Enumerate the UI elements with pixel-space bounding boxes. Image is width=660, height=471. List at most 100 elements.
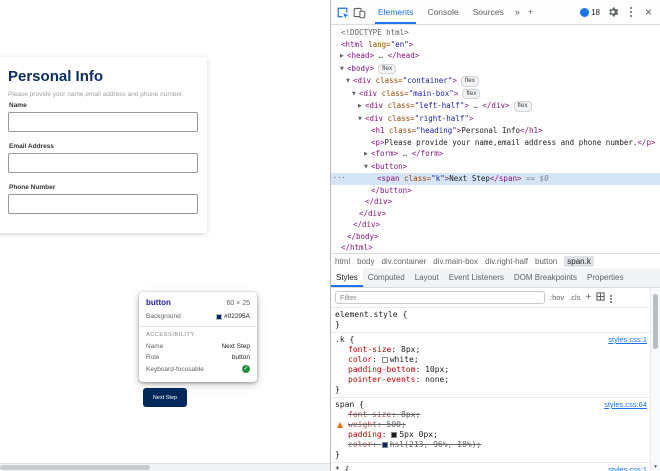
dom-tree-line[interactable]: </div> [331, 208, 660, 220]
css-property[interactable]: color: hsl(213, 96%, 18%); [335, 440, 650, 450]
flex-badge[interactable]: flex [460, 76, 479, 87]
dom-tree-line[interactable]: </body> [331, 231, 660, 243]
node-options-icon[interactable]: ··· [333, 173, 346, 185]
dom-tree-line[interactable]: ▶ <div class="left-half"> … </div> flex [331, 100, 660, 113]
css-property[interactable]: color: white; [335, 355, 650, 365]
dom-tree-line[interactable]: <h1 class="heading">Personal Info</h1> [331, 125, 660, 137]
css-property[interactable]: padding: 5px 0px; [335, 430, 650, 440]
tab-layout[interactable]: Layout [410, 268, 444, 287]
expand-arrow-icon[interactable]: ▼ [340, 64, 347, 76]
dom-tree-line[interactable]: <!DOCTYPE html> [331, 27, 660, 39]
breadcrumb-item-button[interactable]: button [535, 257, 557, 266]
code-token: <p> [371, 137, 385, 147]
tab-dom-breakpoints[interactable]: DOM Breakpoints [509, 268, 582, 287]
css-property[interactable]: padding-bottom: 10px; [335, 365, 650, 375]
semicolon: ; [413, 355, 419, 364]
tab-event-listeners[interactable]: Event Listeners [444, 268, 509, 287]
tab-sources[interactable]: Sources [466, 0, 511, 24]
selector-text: .k [335, 335, 345, 344]
vertical-scrollbar-thumb[interactable] [653, 294, 658, 349]
form-field: Name [8, 102, 198, 132]
breadcrumb-item-div-container[interactable]: div.container [381, 257, 426, 266]
expand-arrow-icon[interactable]: ▼ [352, 89, 359, 101]
expand-arrow-icon[interactable]: ▼ [358, 114, 365, 126]
tab-properties[interactable]: Properties [582, 268, 628, 287]
property-content: font-size: 8px; [348, 410, 420, 419]
stylesheet-link[interactable]: styles.css:64 [604, 400, 647, 410]
dom-tree-line[interactable]: ▼ <div class="main-box"> flex [331, 88, 660, 101]
horizontal-scrollbar[interactable] [0, 463, 330, 471]
email-address-input[interactable] [8, 153, 198, 173]
inspect-element-icon[interactable] [334, 4, 351, 21]
css-property[interactable]: pointer-events: none; [335, 375, 650, 385]
vertical-scrollbar[interactable]: ▼ [650, 288, 660, 471]
name-input[interactable] [8, 112, 198, 132]
dom-tree-line[interactable]: </button> [331, 185, 660, 197]
styles-filter-input[interactable] [335, 291, 545, 304]
breadcrumb-item-html[interactable]: html [335, 257, 350, 266]
rule-selector[interactable]: element.style { [335, 310, 650, 320]
close-icon[interactable]: × [640, 4, 657, 21]
code-token: class= [383, 101, 415, 110]
style-rule: * {styles.css:1 [331, 463, 650, 471]
expand-arrow-icon[interactable]: ▶ [364, 149, 371, 161]
color-swatch-icon[interactable] [381, 442, 388, 448]
dom-tree-line[interactable]: ▶ <form> … </form> [331, 148, 660, 161]
color-swatch-icon[interactable] [381, 357, 388, 363]
rule-selector[interactable]: * { [335, 465, 650, 471]
horizontal-scrollbar-thumb[interactable] [0, 465, 150, 470]
semicolon: ; [444, 365, 450, 374]
breadcrumb-item-span-k[interactable]: span.k [564, 255, 594, 267]
css-property[interactable]: font-size: 8px; [335, 410, 650, 420]
stylesheet-link[interactable]: styles.css:1 [608, 465, 647, 471]
rule-selector[interactable]: span { [335, 400, 650, 410]
expand-arrow-icon[interactable]: ▼ [346, 76, 353, 88]
dom-tree-line[interactable]: <html lang="en"> [331, 39, 660, 51]
breadcrumb-item-body[interactable]: body [357, 257, 374, 266]
device-toolbar-icon[interactable] [351, 4, 368, 21]
breadcrumb-item-div-right-half[interactable]: div.right-half [485, 257, 528, 266]
dom-tree-line[interactable]: ▼ <button> [331, 161, 660, 174]
more-options-icon[interactable] [622, 4, 639, 21]
expand-arrow-icon[interactable]: ▶ [340, 51, 347, 63]
dom-tree-line[interactable]: </div> [331, 219, 660, 231]
semicolon: ; [444, 375, 450, 384]
expand-arrow-icon[interactable]: ▼ [364, 162, 371, 174]
breadcrumb-item-div-main-box[interactable]: div.main-box [433, 257, 478, 266]
styles-more-options-icon[interactable] [610, 293, 613, 302]
dom-tree-line[interactable]: ▶ <head> … </head> [331, 50, 660, 63]
more-tabs-icon[interactable]: » [511, 7, 524, 17]
tab-console[interactable]: Console [420, 0, 465, 24]
dom-tree-line[interactable]: </div> [331, 196, 660, 208]
dom-tree-line[interactable]: ▼ <div class="right-half"> [331, 113, 660, 126]
color-swatch-icon[interactable] [391, 432, 398, 438]
phone-number-input[interactable] [8, 194, 198, 214]
issues-badge[interactable]: 18 [580, 7, 600, 17]
settings-gear-icon[interactable] [604, 4, 621, 21]
flex-badge[interactable]: flex [462, 88, 481, 99]
css-property[interactable]: font-size: 8px; [335, 345, 650, 355]
tab-computed[interactable]: Computed [363, 268, 410, 287]
next-step-button[interactable]: Next Step [143, 388, 187, 407]
expand-arrow-icon[interactable]: ▶ [358, 101, 365, 113]
dom-tree-line[interactable]: ▼ <div class="container"> flex [331, 75, 660, 88]
code-token: <button> [371, 161, 408, 171]
grid-icon[interactable] [596, 292, 605, 303]
scroll-down-icon[interactable]: ▼ [651, 464, 660, 470]
tab-styles[interactable]: Styles [331, 268, 363, 287]
new-style-rule-icon[interactable]: + [585, 292, 591, 303]
add-panel-icon[interactable]: + [524, 7, 537, 17]
css-property[interactable]: weight: 500; [335, 420, 650, 430]
dom-tree-line[interactable]: ··· <span class="k">Next Step</span> == $… [331, 173, 660, 185]
code-token: "en" [390, 39, 409, 49]
tab-elements[interactable]: Elements [371, 0, 420, 24]
dom-tree-line[interactable]: </html> [331, 242, 660, 253]
flex-badge[interactable]: flex [378, 63, 397, 74]
flex-badge[interactable]: flex [513, 101, 532, 112]
dom-tree-line[interactable]: ▼ <body> flex [331, 63, 660, 76]
element-class-toggle[interactable]: .cls [569, 293, 580, 302]
dom-tree-line[interactable]: <p>Please provide your name,email addres… [331, 137, 660, 149]
stylesheet-link[interactable]: styles.css:1 [608, 335, 647, 345]
rule-selector[interactable]: .k { [335, 335, 650, 345]
pseudo-state-toggle[interactable]: :hov [550, 293, 564, 302]
